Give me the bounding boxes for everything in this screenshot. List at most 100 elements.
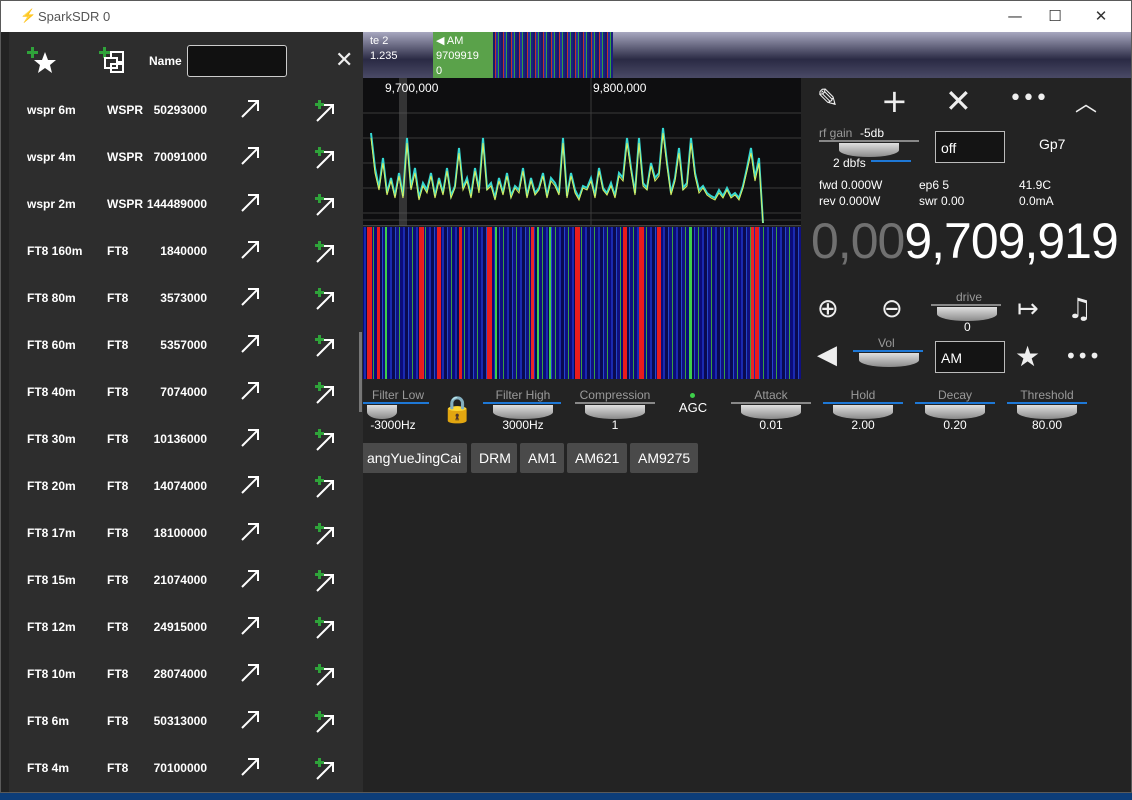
close-receiver-button[interactable]: ✕ bbox=[945, 82, 972, 120]
close-window-button[interactable]: ✕ bbox=[1078, 1, 1124, 32]
tune-to-memory-button[interactable] bbox=[239, 331, 263, 355]
zoom-in-icon[interactable]: ⊕ bbox=[817, 294, 839, 324]
memory-row[interactable]: FT8 10m FT8 28074000 bbox=[9, 652, 363, 699]
add-receiver-at-memory-button[interactable] bbox=[314, 193, 338, 217]
memory-mode: FT8 bbox=[107, 573, 129, 587]
tune-to-memory-button[interactable] bbox=[239, 613, 263, 637]
waterfall-signal bbox=[385, 227, 387, 379]
tune-to-memory-button[interactable] bbox=[239, 519, 263, 543]
add-receiver-at-memory-button[interactable] bbox=[314, 616, 338, 640]
tune-to-memory-button[interactable] bbox=[239, 190, 263, 214]
star-icon[interactable]: ★ bbox=[1015, 340, 1040, 373]
maximize-button[interactable]: ☐ bbox=[1032, 1, 1078, 32]
spectrum-display[interactable]: 9,700,000 9,800,000 bbox=[361, 78, 801, 226]
tune-to-memory-button[interactable] bbox=[239, 237, 263, 261]
more-options-button[interactable]: ••• bbox=[1009, 86, 1048, 111]
preset-button[interactable]: AM621 bbox=[567, 443, 627, 473]
tune-to-memory-button[interactable] bbox=[239, 143, 263, 167]
memory-row[interactable]: FT8 40m FT8 7074000 bbox=[9, 370, 363, 417]
active-receiver-tab[interactable]: ◀ AM 9709919 0 bbox=[433, 32, 493, 78]
ep6-status: ep6 5 bbox=[919, 178, 950, 192]
lock-icon[interactable]: 🔒 bbox=[441, 395, 473, 425]
preset-button[interactable]: angYueJingCai bbox=[359, 443, 467, 473]
add-group-button[interactable] bbox=[97, 44, 129, 76]
filter-high-slider[interactable] bbox=[493, 405, 553, 419]
memory-row[interactable]: FT8 20m FT8 14074000 bbox=[9, 464, 363, 511]
memory-row[interactable]: FT8 4m FT8 70100000 bbox=[9, 746, 363, 792]
preset-button[interactable]: DRM bbox=[471, 443, 517, 473]
pin-icon[interactable]: ✎ bbox=[817, 84, 839, 114]
arrow-up-right-icon bbox=[241, 335, 259, 353]
threshold-slider[interactable] bbox=[1017, 405, 1077, 419]
memory-row[interactable]: FT8 17m FT8 18100000 bbox=[9, 511, 363, 558]
tune-to-memory-button[interactable] bbox=[239, 284, 263, 308]
add-receiver-button[interactable]: + bbox=[881, 82, 908, 120]
memory-row[interactable]: wspr 6m WSPR 50293000 bbox=[9, 88, 363, 135]
memory-row[interactable]: wspr 4m WSPR 70091000 bbox=[9, 135, 363, 182]
filter-high-track bbox=[483, 402, 561, 404]
transmit-icon[interactable]: ↦ bbox=[1017, 294, 1039, 324]
title-bar[interactable]: ⚡ SparkSDR 0 — ☐ ✕ bbox=[1, 1, 1131, 32]
memory-name: FT8 6m bbox=[27, 714, 70, 728]
add-receiver-at-memory-button[interactable] bbox=[314, 381, 338, 405]
add-receiver-at-memory-button[interactable] bbox=[314, 522, 338, 546]
add-receiver-at-memory-button[interactable] bbox=[314, 710, 338, 734]
compression-slider[interactable] bbox=[585, 405, 645, 419]
tune-to-memory-button[interactable] bbox=[239, 425, 263, 449]
receiver-tab[interactable]: te 2 1.235 bbox=[367, 32, 431, 78]
tune-to-memory-button[interactable] bbox=[239, 660, 263, 684]
add-receiver-at-memory-button[interactable] bbox=[314, 334, 338, 358]
memory-row[interactable]: FT8 30m FT8 10136000 bbox=[9, 417, 363, 464]
add-receiver-at-memory-button[interactable] bbox=[314, 428, 338, 452]
preamp-select[interactable]: off bbox=[935, 131, 1005, 163]
memory-name: FT8 17m bbox=[27, 526, 76, 540]
add-receiver-at-memory-button[interactable] bbox=[314, 569, 338, 593]
waterfall-display[interactable] bbox=[361, 227, 801, 379]
filter-low-slider[interactable] bbox=[367, 405, 397, 419]
decay-slider[interactable] bbox=[925, 405, 985, 419]
tune-to-memory-button[interactable] bbox=[239, 754, 263, 778]
tune-to-memory-button[interactable] bbox=[239, 566, 263, 590]
mode-select[interactable]: AM bbox=[935, 341, 1005, 373]
add-receiver-at-memory-button[interactable] bbox=[314, 240, 338, 264]
preset-button[interactable]: AM9275 bbox=[630, 443, 698, 473]
add-arrow-icon bbox=[315, 476, 334, 498]
add-receiver-at-memory-button[interactable] bbox=[314, 146, 338, 170]
collapse-icon[interactable]: ︿ bbox=[1075, 86, 1097, 118]
tune-to-memory-button[interactable] bbox=[239, 96, 263, 120]
tune-to-memory-button[interactable] bbox=[239, 378, 263, 402]
add-receiver-at-memory-button[interactable] bbox=[314, 475, 338, 499]
memory-mode: FT8 bbox=[107, 432, 129, 446]
memory-row[interactable]: FT8 15m FT8 21074000 bbox=[9, 558, 363, 605]
mini-waterfall[interactable] bbox=[493, 32, 613, 78]
more-menu-icon[interactable]: ••• bbox=[1065, 344, 1100, 368]
zoom-out-icon[interactable]: ⊖ bbox=[881, 294, 903, 324]
memory-row[interactable]: FT8 160m FT8 1840000 bbox=[9, 229, 363, 276]
tune-to-memory-button[interactable] bbox=[239, 707, 263, 731]
memory-row[interactable]: FT8 12m FT8 24915000 bbox=[9, 605, 363, 652]
hold-slider[interactable] bbox=[833, 405, 893, 419]
speaker-mute-icon[interactable]: ◀ bbox=[817, 340, 837, 370]
name-input[interactable] bbox=[187, 45, 287, 77]
arrow-up-right-icon bbox=[241, 476, 259, 494]
memory-row[interactable]: FT8 6m FT8 50313000 bbox=[9, 699, 363, 746]
memory-row[interactable]: FT8 60m FT8 5357000 bbox=[9, 323, 363, 370]
agc-toggle[interactable]: AGC bbox=[673, 400, 713, 415]
add-receiver-at-memory-button[interactable] bbox=[314, 287, 338, 311]
volume-slider[interactable] bbox=[859, 353, 919, 367]
memory-row[interactable]: FT8 80m FT8 3573000 bbox=[9, 276, 363, 323]
tune-to-memory-button[interactable] bbox=[239, 472, 263, 496]
add-favorite-button[interactable] bbox=[25, 44, 57, 76]
preset-button[interactable]: AM1 bbox=[520, 443, 564, 473]
drive-slider[interactable] bbox=[937, 307, 997, 321]
frequency-display[interactable]: 0,009,709,919 bbox=[811, 212, 1119, 272]
memory-row[interactable]: wspr 2m WSPR 144489000 bbox=[9, 182, 363, 229]
rf-gain-slider[interactable] bbox=[839, 143, 899, 157]
add-receiver-at-memory-button[interactable] bbox=[314, 757, 338, 781]
music-note-icon[interactable]: ♫ bbox=[1067, 292, 1092, 325]
attack-slider[interactable] bbox=[741, 405, 801, 419]
add-receiver-at-memory-button[interactable] bbox=[314, 663, 338, 687]
scrollbar-thumb[interactable] bbox=[359, 332, 362, 412]
close-sidebar-button[interactable]: ✕ bbox=[335, 48, 353, 73]
add-receiver-at-memory-button[interactable] bbox=[314, 99, 338, 123]
